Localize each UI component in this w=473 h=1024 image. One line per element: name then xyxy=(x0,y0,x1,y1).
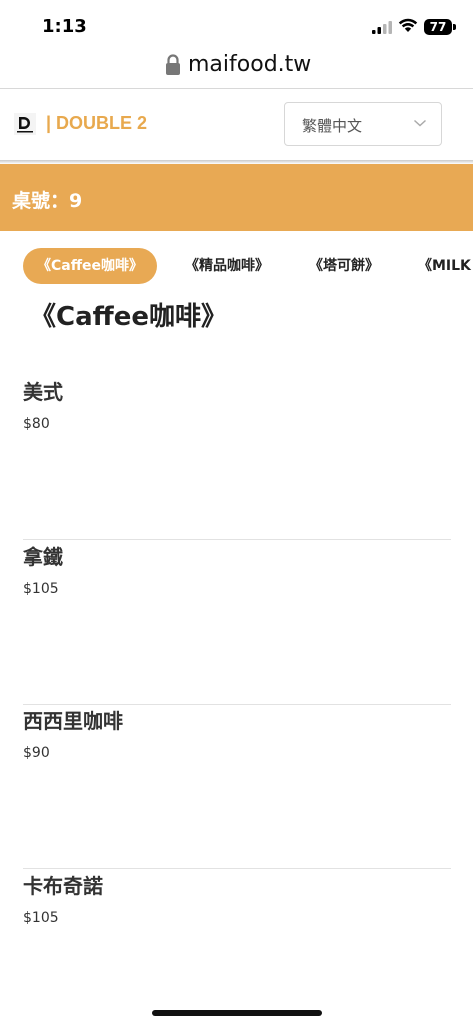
menu-item-price: $105 xyxy=(23,581,59,597)
menu-item-name: 西西里咖啡 xyxy=(23,709,123,733)
menu-item[interactable]: 拿鐵 $105 xyxy=(23,541,451,705)
battery-cap xyxy=(453,24,456,30)
menu-item-price: $90 xyxy=(23,745,50,761)
menu-item[interactable]: 卡布奇諾 $105 xyxy=(23,870,451,1024)
table-number-label: 桌號：9 xyxy=(12,190,83,212)
brand-logo[interactable] xyxy=(14,113,36,135)
brand-title[interactable]: | DOUBLE 2 xyxy=(46,113,147,134)
home-indicator[interactable] xyxy=(152,1010,322,1016)
menu-item-name: 卡布奇諾 xyxy=(23,874,103,898)
tab-caffee[interactable]: 《Caffee咖啡》 xyxy=(23,248,158,284)
url-text[interactable]: maifood.tw xyxy=(188,52,311,77)
language-select[interactable]: 繁體中文 xyxy=(284,102,442,146)
section-title: 《Caffee咖啡》 xyxy=(30,302,227,332)
page: 1:13 77 maifood.tw | DOUBLE 2 繁體中文 桌號：9 … xyxy=(0,0,473,1024)
category-tabs[interactable]: 《Caffee咖啡》 《精品咖啡》 《塔可餅》 《MILK xyxy=(0,248,473,284)
url-bar[interactable]: maifood.tw xyxy=(0,44,473,89)
table-banner: 桌號：9 xyxy=(0,164,473,231)
menu-item-price: $105 xyxy=(23,910,59,926)
menu-item[interactable]: 美式 $80 xyxy=(23,376,451,540)
tab-specialty-coffee[interactable]: 《精品咖啡》 xyxy=(185,248,269,284)
battery-icon: 77 xyxy=(424,19,452,35)
chevron-down-icon xyxy=(413,119,427,127)
status-time: 1:13 xyxy=(42,16,87,37)
menu-item-name: 美式 xyxy=(23,380,63,404)
brand-header: | DOUBLE 2 繁體中文 xyxy=(0,89,473,161)
signal-icon xyxy=(372,21,392,34)
menu-item-name: 拿鐵 xyxy=(23,545,63,569)
menu-item[interactable]: 西西里咖啡 $90 xyxy=(23,705,451,869)
divider xyxy=(23,539,451,540)
language-select-value: 繁體中文 xyxy=(302,117,363,135)
tab-milk[interactable]: 《MILK xyxy=(418,248,471,284)
menu-item-price: $80 xyxy=(23,416,50,432)
brand-logo-icon xyxy=(17,117,33,133)
divider xyxy=(23,868,451,869)
status-bar: 1:13 77 xyxy=(0,0,473,44)
wifi-icon xyxy=(398,18,418,32)
tab-taco[interactable]: 《塔可餅》 xyxy=(309,248,379,284)
lock-icon xyxy=(166,54,180,75)
